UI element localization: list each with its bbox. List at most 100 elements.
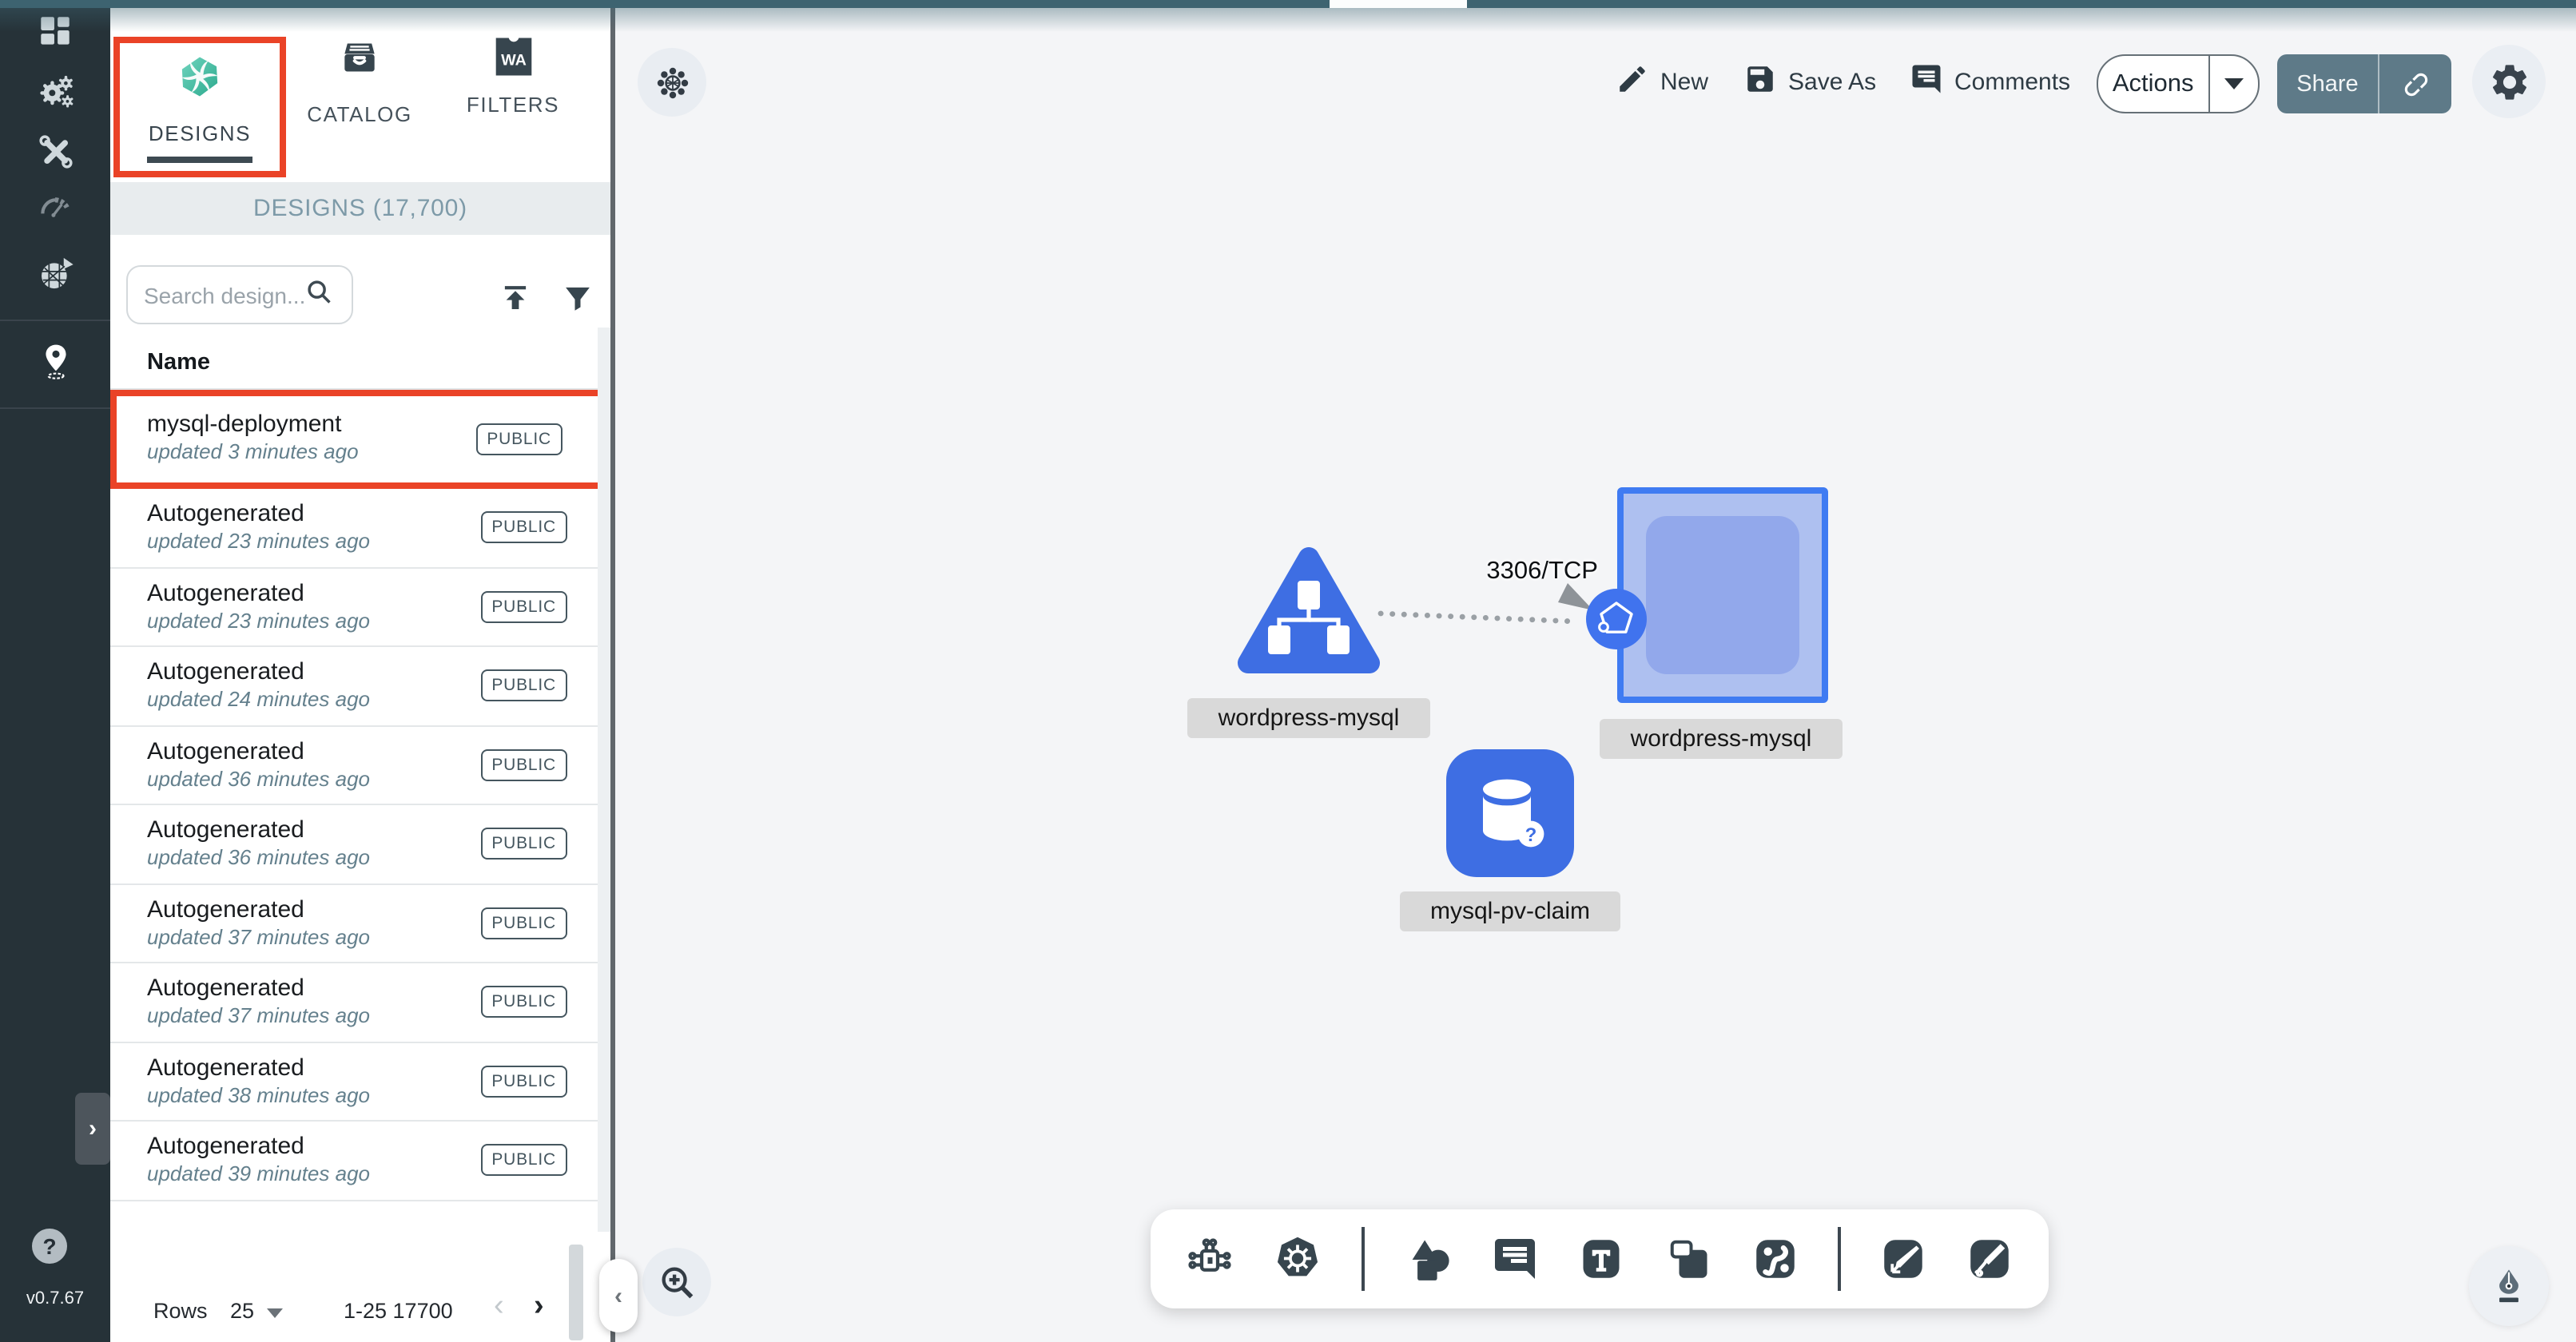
prev-page-button[interactable]: ‹ — [494, 1289, 504, 1324]
column-header-name[interactable]: Name — [147, 350, 210, 375]
sidebar-expand-button[interactable]: › — [75, 1093, 110, 1165]
top-teal-bar — [0, 0, 2576, 8]
new-label: New — [1660, 68, 1708, 95]
list-item-design[interactable]: Autogenerated updated 38 minutes ago PUB… — [110, 1042, 610, 1122]
panel-resize-divider[interactable] — [610, 8, 615, 1342]
designs-panel: DESIGNS CATALOG WA — [110, 8, 610, 1342]
node-deployment-triangle[interactable] — [1237, 542, 1381, 677]
design-canvas[interactable]: New Save As Comments Actions Share — [615, 8, 2576, 1342]
design-list: mysql-deployment updated 3 minutes ago P… — [110, 388, 610, 1201]
toolbox-wrench-icon[interactable] — [0, 131, 110, 173]
next-page-button[interactable]: › — [534, 1289, 544, 1324]
pagination-range: 1-25 17700 — [344, 1299, 453, 1323]
list-item-design[interactable]: Autogenerated updated 36 minutes ago PUB… — [110, 726, 610, 805]
visibility-badge[interactable]: PUBLIC — [480, 907, 567, 939]
search-icon — [304, 276, 334, 314]
catalog-drawer-icon — [336, 35, 384, 88]
canvas-bottom-toolbar — [1151, 1209, 2049, 1308]
list-item-design[interactable]: mysql-deployment updated 3 minutes ago P… — [110, 390, 612, 489]
share-label: Share — [2277, 71, 2378, 97]
visibility-badge[interactable]: PUBLIC — [480, 512, 567, 544]
visibility-badge[interactable]: PUBLIC — [480, 1145, 567, 1177]
publish-icon[interactable] — [497, 280, 532, 315]
performance-speedometer-icon[interactable] — [0, 187, 110, 227]
list-item-design[interactable]: Autogenerated updated 39 minutes ago PUB… — [110, 1122, 610, 1201]
save-floppy-icon — [1743, 62, 1777, 101]
comments-label: Comments — [1954, 68, 2070, 95]
text-tool-icon[interactable] — [1578, 1235, 1626, 1283]
shapes-icon[interactable] — [1403, 1234, 1453, 1284]
kanvas-pin-icon[interactable] — [0, 340, 110, 382]
version-label: v0.7.67 — [0, 1289, 110, 1308]
actions-label: Actions — [2098, 69, 2208, 98]
svg-text:?: ? — [1525, 824, 1537, 846]
visibility-badge[interactable]: PUBLIC — [480, 591, 567, 623]
visibility-badge[interactable]: PUBLIC — [480, 1066, 567, 1098]
database-icon: ? — [1465, 768, 1555, 858]
pen-nib-icon — [2488, 1265, 2530, 1307]
panel-collapse-button[interactable]: ‹ — [599, 1259, 638, 1332]
service-port-badge[interactable] — [1585, 588, 1648, 650]
doodle-tool-icon[interactable] — [1966, 1235, 2013, 1283]
copy-link-button[interactable] — [2379, 68, 2451, 100]
tab-catalog-label: CATALOG — [307, 102, 412, 126]
design-search-box — [126, 265, 353, 324]
pencil-icon — [1616, 62, 1649, 101]
node-label[interactable]: wordpress-mysql — [1600, 719, 1843, 759]
share-split-button[interactable]: Share — [2277, 54, 2451, 113]
mesh-flower-button[interactable] — [638, 48, 706, 117]
lifecycle-gears-icon[interactable] — [0, 69, 110, 113]
wasm-badge-icon: WA — [490, 35, 536, 78]
node-label[interactable]: mysql-pv-claim — [1400, 891, 1620, 931]
actions-dropdown-button[interactable] — [2210, 78, 2258, 89]
tab-designs-label: DESIGNS — [149, 121, 251, 145]
list-item-design[interactable]: Autogenerated updated 24 minutes ago PUB… — [110, 647, 610, 726]
rows-per-page-select[interactable]: 25 — [230, 1299, 254, 1323]
zoom-in-icon — [656, 1261, 698, 1303]
header-expand-notch[interactable] — [1330, 0, 1467, 8]
list-scroll-track[interactable] — [598, 328, 610, 1232]
tab-designs[interactable]: DESIGNS — [113, 37, 286, 177]
node-pvc-database[interactable]: ? — [1446, 749, 1574, 877]
save-as-button[interactable]: Save As — [1743, 61, 1876, 102]
help-button[interactable]: ? — [32, 1229, 67, 1264]
component-chip-icon[interactable] — [1186, 1235, 1234, 1283]
extensions-mesh-icon[interactable] — [0, 252, 110, 294]
design-search-input[interactable] — [144, 282, 304, 308]
actions-split-button[interactable]: Actions — [2097, 54, 2260, 113]
list-item-design[interactable]: Autogenerated updated 36 minutes ago PUB… — [110, 805, 610, 884]
visibility-badge[interactable]: PUBLIC — [480, 987, 567, 1018]
visibility-badge[interactable]: PUBLIC — [480, 670, 567, 702]
panel-header: DESIGNS (17,700) — [110, 182, 610, 235]
line-tool-icon[interactable] — [1878, 1235, 1926, 1283]
filter-icon[interactable] — [559, 280, 594, 315]
rows-label: Rows — [153, 1299, 208, 1323]
list-item-design[interactable]: Autogenerated updated 37 minutes ago PUB… — [110, 963, 610, 1042]
node-label[interactable]: wordpress-mysql — [1187, 698, 1430, 738]
dashboard-icon[interactable] — [0, 11, 110, 51]
new-button[interactable]: New — [1616, 61, 1708, 102]
list-item-design[interactable]: Autogenerated updated 37 minutes ago PUB… — [110, 884, 610, 963]
pen-nib-button[interactable] — [2469, 1246, 2549, 1326]
edge-curve-icon[interactable] — [1751, 1235, 1799, 1283]
zoom-in-button[interactable] — [642, 1248, 711, 1316]
rows-per-page-caret-icon[interactable] — [267, 1308, 283, 1318]
node-service-square[interactable] — [1617, 487, 1828, 703]
rectangle-tool-icon[interactable] — [1664, 1235, 1712, 1283]
canvas-settings-button[interactable] — [2472, 45, 2546, 118]
tab-catalog[interactable]: CATALOG — [280, 35, 439, 179]
list-item-design[interactable]: Autogenerated updated 23 minutes ago PUB… — [110, 568, 610, 647]
kubernetes-icon[interactable] — [1272, 1233, 1323, 1284]
tab-filters[interactable]: WA FILTERS — [433, 35, 593, 179]
comments-button[interactable]: Comments — [1910, 61, 2070, 102]
save-as-label: Save As — [1788, 68, 1876, 95]
edge-dotted-line[interactable] — [1381, 613, 1576, 621]
edge-port-label[interactable]: 3306/TCP — [1446, 558, 1598, 586]
nav-sidebar: › ? v0.7.67 — [0, 0, 110, 1342]
visibility-badge[interactable]: PUBLIC — [475, 423, 563, 455]
list-item-design[interactable]: Autogenerated updated 23 minutes ago PUB… — [110, 489, 610, 568]
comment-tool-icon[interactable] — [1492, 1235, 1540, 1283]
visibility-badge[interactable]: PUBLIC — [480, 749, 567, 781]
meshery-logo — [177, 54, 222, 107]
visibility-badge[interactable]: PUBLIC — [480, 828, 567, 860]
